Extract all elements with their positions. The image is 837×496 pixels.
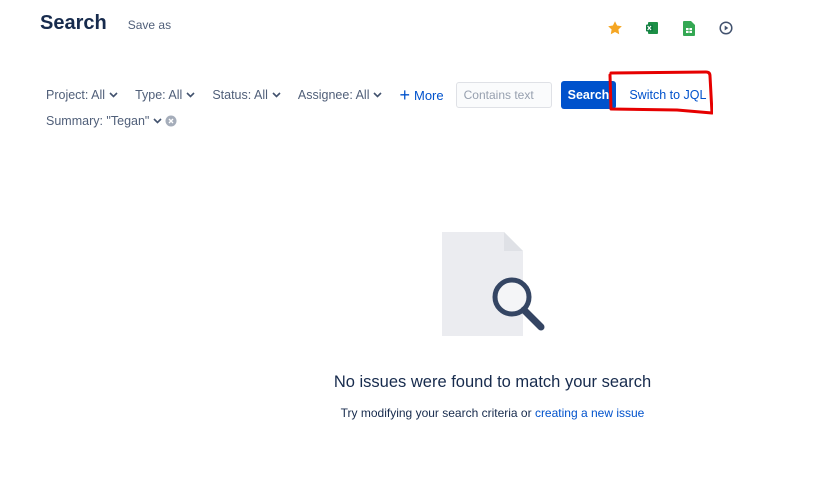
active-filter-row: Summary: "Tegan" (46, 114, 177, 128)
assignee-filter-label: Assignee: All (297, 88, 370, 102)
search-button[interactable]: Search (560, 81, 617, 109)
empty-state-subtitle: Try modifying your search criteria or cr… (0, 406, 837, 420)
contains-text-input[interactable] (455, 82, 552, 108)
play-icon[interactable] (717, 19, 735, 37)
project-filter-label: Project: All (46, 88, 106, 102)
project-filter[interactable]: Project: All (46, 88, 118, 102)
empty-state-subtitle-text: Try modifying your search criteria or (340, 406, 535, 420)
page-title: Search (40, 12, 107, 34)
summary-filter[interactable]: Summary: "Tegan" (46, 114, 162, 128)
assignee-filter[interactable]: Assignee: All (298, 88, 383, 102)
sheets-export-icon[interactable] (680, 19, 698, 37)
star-icon[interactable] (606, 19, 624, 37)
filter-bar: Project: All Type: All Status: All Assig… (46, 80, 706, 110)
more-filters-button[interactable]: + More (399, 86, 443, 104)
clear-filter-icon[interactable] (165, 115, 177, 127)
empty-state-title: No issues were found to match your searc… (333, 373, 652, 391)
chevron-down-icon (272, 92, 281, 98)
create-issue-link[interactable]: creating a new issue (535, 406, 644, 420)
summary-filter-label: Summary: "Tegan" (46, 114, 150, 128)
chevron-down-icon (186, 92, 195, 98)
save-as-button[interactable]: Save as (128, 18, 171, 32)
no-results-illustration (442, 232, 545, 336)
more-filters-label: More (414, 87, 444, 103)
chevron-down-icon (373, 92, 383, 98)
page-header: Search Save as (40, 12, 171, 35)
excel-export-icon[interactable] (643, 19, 661, 37)
type-filter-label: Type: All (135, 88, 183, 102)
status-filter[interactable]: Status: All (212, 88, 281, 102)
chevron-down-icon (109, 92, 118, 98)
plus-icon: + (399, 85, 410, 105)
header-actions (606, 19, 735, 37)
status-filter-label: Status: All (212, 88, 268, 102)
switch-to-jql-link[interactable]: Switch to JQL (629, 88, 706, 102)
chevron-down-icon (153, 118, 162, 124)
type-filter[interactable]: Type: All (135, 88, 195, 102)
